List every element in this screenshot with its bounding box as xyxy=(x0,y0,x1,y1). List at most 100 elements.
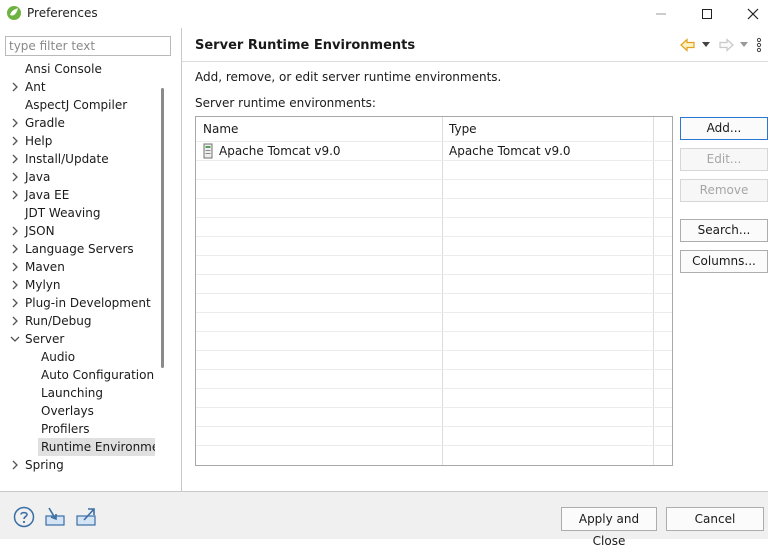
chevron-right-icon[interactable] xyxy=(9,222,21,240)
filter-input[interactable] xyxy=(5,36,171,56)
table-row[interactable]: Apache Tomcat v9.0 Apache Tomcat v9.0 xyxy=(196,142,653,161)
row-divider xyxy=(196,369,672,370)
tree-item[interactable]: Install/Update xyxy=(5,150,155,168)
column-header-type[interactable]: Type xyxy=(442,117,654,141)
export-icon[interactable] xyxy=(75,506,97,528)
chevron-right-icon[interactable] xyxy=(9,186,21,204)
tree-item-label: Maven xyxy=(25,260,65,274)
search-button[interactable]: Search... xyxy=(680,219,768,242)
back-dropdown-icon[interactable] xyxy=(702,42,710,48)
tree-item[interactable]: Ant xyxy=(5,78,155,96)
row-divider xyxy=(196,217,672,218)
chevron-right-icon[interactable] xyxy=(9,114,21,132)
tree-item[interactable]: Maven xyxy=(5,258,155,276)
tree-item[interactable]: Overlays xyxy=(5,402,155,420)
chevron-right-icon[interactable] xyxy=(9,456,21,474)
tree-item[interactable]: Auto Configuration xyxy=(5,366,155,384)
minimize-button[interactable] xyxy=(638,0,684,28)
help-icon[interactable] xyxy=(13,506,35,528)
tree-item-label: Launching xyxy=(41,386,104,400)
tree-item-label: Runtime Environmen xyxy=(41,440,155,454)
chevron-right-icon[interactable] xyxy=(9,240,21,258)
tree-item[interactable]: Mylyn xyxy=(5,276,155,294)
import-icon[interactable] xyxy=(44,506,66,528)
tree-item[interactable]: Ansi Console xyxy=(5,60,155,78)
tree-item-label: Server xyxy=(25,332,65,346)
runtime-list-label: Server runtime environments: xyxy=(195,96,376,110)
tree-item[interactable]: Audio xyxy=(5,348,155,366)
tree-item[interactable]: Run/Debug xyxy=(5,312,155,330)
tree-item[interactable]: Java xyxy=(5,168,155,186)
forward-dropdown-icon[interactable] xyxy=(740,42,748,48)
column-divider[interactable] xyxy=(442,117,443,465)
page-navigation xyxy=(668,36,768,56)
row-divider xyxy=(196,236,672,237)
runtime-type: Apache Tomcat v9.0 xyxy=(449,144,571,158)
cancel-button[interactable]: Cancel xyxy=(666,507,764,531)
runtime-table: Name Type Apache Tomcat v9.0 Apache Tomc… xyxy=(195,116,673,466)
view-menu-icon[interactable] xyxy=(756,37,762,53)
chevron-right-icon[interactable] xyxy=(9,132,21,150)
chevron-down-icon[interactable] xyxy=(9,330,21,348)
tree-item-label: Auto Configuration xyxy=(41,368,155,382)
tree-item-label: Audio xyxy=(41,350,76,364)
column-header-name[interactable]: Name xyxy=(196,117,442,141)
tree-item[interactable]: Profilers xyxy=(5,420,155,438)
tree-item[interactable]: Java EE xyxy=(5,186,155,204)
tree-item-label: Spring xyxy=(25,458,64,472)
window-title: Preferences xyxy=(27,6,98,20)
edit-button[interactable]: Edit... xyxy=(680,148,768,171)
row-divider xyxy=(196,293,672,294)
tree-item[interactable]: Help xyxy=(5,132,155,150)
chevron-right-icon[interactable] xyxy=(9,294,21,312)
tree-item[interactable]: Launching xyxy=(5,384,155,402)
tree-item-label: Install/Update xyxy=(25,152,109,166)
server-runtime-icon xyxy=(203,143,213,159)
row-divider xyxy=(196,274,672,275)
row-divider xyxy=(196,255,672,256)
eclipse-spring-app-icon xyxy=(7,6,21,20)
remove-button[interactable]: Remove xyxy=(680,179,768,202)
tree-item-label: Ant xyxy=(25,80,46,94)
close-icon xyxy=(747,8,759,20)
chevron-right-icon[interactable] xyxy=(9,258,21,276)
preference-page: Server Runtime Environments Add, remove,… xyxy=(182,28,768,492)
chevron-right-icon[interactable] xyxy=(9,150,21,168)
tree-item[interactable]: Runtime Environmen xyxy=(38,438,155,456)
preference-tree: Ansi Console Ant AspectJ Compiler Gradle Hel… xyxy=(5,60,155,476)
tree-item-label: Help xyxy=(25,134,53,148)
row-divider xyxy=(196,312,672,313)
tree-item-label: Java xyxy=(25,170,51,184)
tree-item[interactable]: Spring xyxy=(5,456,155,474)
back-arrow-icon[interactable] xyxy=(680,38,696,52)
tree-item[interactable]: Gradle xyxy=(5,114,155,132)
header-separator xyxy=(182,61,768,62)
page-description: Add, remove, or edit server runtime envi… xyxy=(195,70,502,84)
apply-and-close-button[interactable]: Apply and Close xyxy=(561,507,657,548)
tree-item[interactable]: JDT Weaving xyxy=(5,204,155,222)
tree-vertical-scrollbar[interactable] xyxy=(161,88,164,368)
tree-item[interactable]: Server xyxy=(5,330,155,348)
add-button[interactable]: Add... xyxy=(680,117,768,140)
columns-button[interactable]: Columns... xyxy=(680,250,768,273)
column-divider[interactable] xyxy=(653,117,654,465)
chevron-right-icon[interactable] xyxy=(9,276,21,294)
chevron-right-icon[interactable] xyxy=(9,168,21,186)
tree-item[interactable]: JSON xyxy=(5,222,155,240)
tree-item[interactable]: Plug-in Development xyxy=(5,294,155,312)
row-divider xyxy=(196,426,672,427)
tree-item[interactable]: Language Servers xyxy=(5,240,155,258)
row-divider xyxy=(196,407,672,408)
dialog-footer: Apply and Close Cancel xyxy=(0,492,768,548)
forward-arrow-icon[interactable] xyxy=(718,38,734,52)
row-divider xyxy=(196,179,672,180)
row-divider xyxy=(196,445,672,446)
chevron-right-icon[interactable] xyxy=(9,78,21,96)
tree-item-label: Profilers xyxy=(41,422,90,436)
maximize-button[interactable] xyxy=(684,0,730,28)
tree-item[interactable]: AspectJ Compiler xyxy=(5,96,155,114)
close-button[interactable] xyxy=(730,0,768,28)
tree-item-label: Gradle xyxy=(25,116,65,130)
chevron-right-icon[interactable] xyxy=(9,312,21,330)
title-bar: Preferences xyxy=(0,0,768,28)
